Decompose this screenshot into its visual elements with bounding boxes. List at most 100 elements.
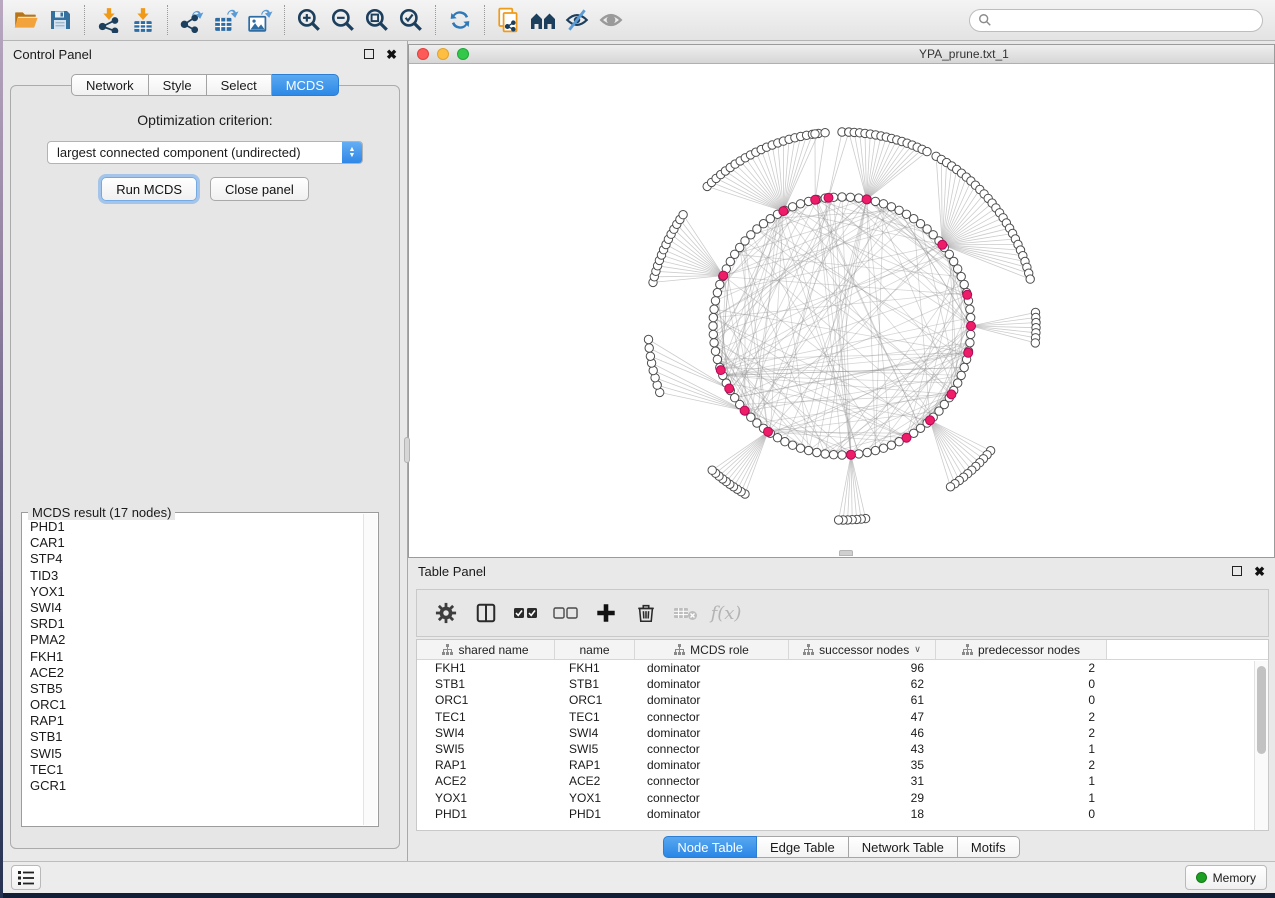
table-row[interactable]: FKH1FKH1dominator962 xyxy=(417,660,1268,676)
open-session-button[interactable] xyxy=(9,4,43,36)
network-node[interactable] xyxy=(645,344,653,352)
table-scrollbar-thumb[interactable] xyxy=(1257,666,1266,754)
network-node[interactable] xyxy=(709,322,717,330)
add-row-button[interactable] xyxy=(591,598,621,628)
network-node[interactable] xyxy=(804,446,812,454)
mcds-node[interactable] xyxy=(947,390,956,399)
mcds-result-item[interactable]: FKH1 xyxy=(23,649,363,665)
delete-row-button[interactable] xyxy=(631,598,661,628)
network-node[interactable] xyxy=(871,446,879,454)
network-node[interactable] xyxy=(834,516,842,524)
optimization-criterion-select[interactable]: largest connected component (undirected)… xyxy=(47,141,363,164)
mcds-node[interactable] xyxy=(963,290,972,299)
tab-network-table[interactable]: Network Table xyxy=(849,836,958,858)
close-panel-button[interactable]: Close panel xyxy=(210,177,309,201)
float-panel-icon[interactable] xyxy=(1232,566,1242,576)
window-zoom-icon[interactable] xyxy=(457,48,469,60)
network-node[interactable] xyxy=(967,313,975,321)
mcds-result-item[interactable]: PHD1 xyxy=(23,519,363,535)
table-row[interactable]: SWI5SWI5connector431 xyxy=(417,741,1268,757)
column-header-mcds-role[interactable]: MCDS role xyxy=(635,640,789,659)
mcds-node[interactable] xyxy=(938,240,947,249)
tab-network[interactable]: Network xyxy=(71,74,149,96)
network-node[interactable] xyxy=(796,444,804,452)
show-all-button[interactable] xyxy=(594,4,628,36)
network-canvas[interactable] xyxy=(409,64,1274,557)
network-node[interactable] xyxy=(879,200,887,208)
tab-mcds[interactable]: MCDS xyxy=(272,74,339,96)
network-node[interactable] xyxy=(863,448,871,456)
refresh-button[interactable] xyxy=(443,4,477,36)
table-row[interactable]: STB1STB1dominator620 xyxy=(417,676,1268,692)
network-node[interactable] xyxy=(646,352,654,360)
tab-edge-table[interactable]: Edge Table xyxy=(757,836,849,858)
mcds-node[interactable] xyxy=(964,348,973,357)
mcds-result-item[interactable]: ORC1 xyxy=(23,697,363,713)
mcds-result-item[interactable]: SRD1 xyxy=(23,616,363,632)
zoom-in-button[interactable] xyxy=(292,4,326,36)
close-panel-icon[interactable]: ✖ xyxy=(386,48,397,61)
network-node[interactable] xyxy=(957,371,965,379)
mcds-node[interactable] xyxy=(725,384,734,393)
select-all-button[interactable] xyxy=(511,598,541,628)
table-row[interactable]: ACE2ACE2connector311 xyxy=(417,773,1268,789)
mcds-node[interactable] xyxy=(847,450,856,459)
table-row[interactable]: PHD1PHD1dominator180 xyxy=(417,806,1268,822)
network-node[interactable] xyxy=(821,129,829,137)
network-node[interactable] xyxy=(709,313,717,321)
mcds-result-item[interactable]: STP4 xyxy=(23,551,363,567)
float-panel-icon[interactable] xyxy=(364,49,374,59)
window-close-icon[interactable] xyxy=(417,48,429,60)
network-node[interactable] xyxy=(887,203,895,211)
table-scrollbar[interactable] xyxy=(1254,661,1268,830)
table-row[interactable]: RAP1RAP1dominator352 xyxy=(417,757,1268,773)
save-session-button[interactable] xyxy=(43,4,77,36)
mcds-node[interactable] xyxy=(811,195,820,204)
table-row[interactable]: TEC1TEC1connector472 xyxy=(417,709,1268,725)
column-header-predecessor-nodes[interactable]: predecessor nodes xyxy=(936,640,1107,659)
mcds-result-item[interactable]: SWI5 xyxy=(23,746,363,762)
tab-node-table[interactable]: Node Table xyxy=(663,836,757,858)
mcds-node[interactable] xyxy=(716,366,725,375)
network-node[interactable] xyxy=(711,347,719,355)
mcds-node[interactable] xyxy=(967,322,976,331)
table-row[interactable]: SWI4SWI4dominator462 xyxy=(417,725,1268,741)
task-history-button[interactable] xyxy=(11,865,41,890)
memory-button[interactable]: Memory xyxy=(1185,865,1267,890)
import-network-button[interactable] xyxy=(92,4,126,36)
mcds-result-item[interactable]: TEC1 xyxy=(23,762,363,778)
mcds-node[interactable] xyxy=(719,271,728,280)
network-node[interactable] xyxy=(871,197,879,205)
network-node[interactable] xyxy=(960,280,968,288)
network-node[interactable] xyxy=(966,305,974,313)
tab-style[interactable]: Style xyxy=(149,74,207,96)
network-node[interactable] xyxy=(879,444,887,452)
mcds-result-item[interactable]: TID3 xyxy=(23,568,363,584)
mcds-node[interactable] xyxy=(764,427,773,436)
network-node[interactable] xyxy=(954,265,962,273)
network-node[interactable] xyxy=(829,451,837,459)
network-node[interactable] xyxy=(679,211,687,219)
network-node[interactable] xyxy=(713,355,721,363)
mcds-result-item[interactable]: STB5 xyxy=(23,681,363,697)
network-node[interactable] xyxy=(710,305,718,313)
mcds-node[interactable] xyxy=(902,433,911,442)
run-mcds-button[interactable]: Run MCDS xyxy=(101,177,197,201)
network-node[interactable] xyxy=(644,335,652,343)
mcds-result-item[interactable]: ACE2 xyxy=(23,665,363,681)
table-settings-button[interactable] xyxy=(431,598,461,628)
network-node[interactable] xyxy=(649,366,657,374)
deselect-all-button[interactable] xyxy=(551,598,581,628)
mcds-node[interactable] xyxy=(862,195,871,204)
network-node[interactable] xyxy=(967,330,975,338)
network-node[interactable] xyxy=(846,193,854,201)
hide-selected-button[interactable] xyxy=(560,4,594,36)
search-box[interactable] xyxy=(969,9,1263,32)
network-node[interactable] xyxy=(946,483,954,491)
network-node[interactable] xyxy=(887,441,895,449)
network-node[interactable] xyxy=(709,330,717,338)
window-minimize-icon[interactable] xyxy=(437,48,449,60)
network-node[interactable] xyxy=(713,288,721,296)
new-network-from-selection-button[interactable] xyxy=(492,4,526,36)
export-network-button[interactable] xyxy=(175,4,209,36)
